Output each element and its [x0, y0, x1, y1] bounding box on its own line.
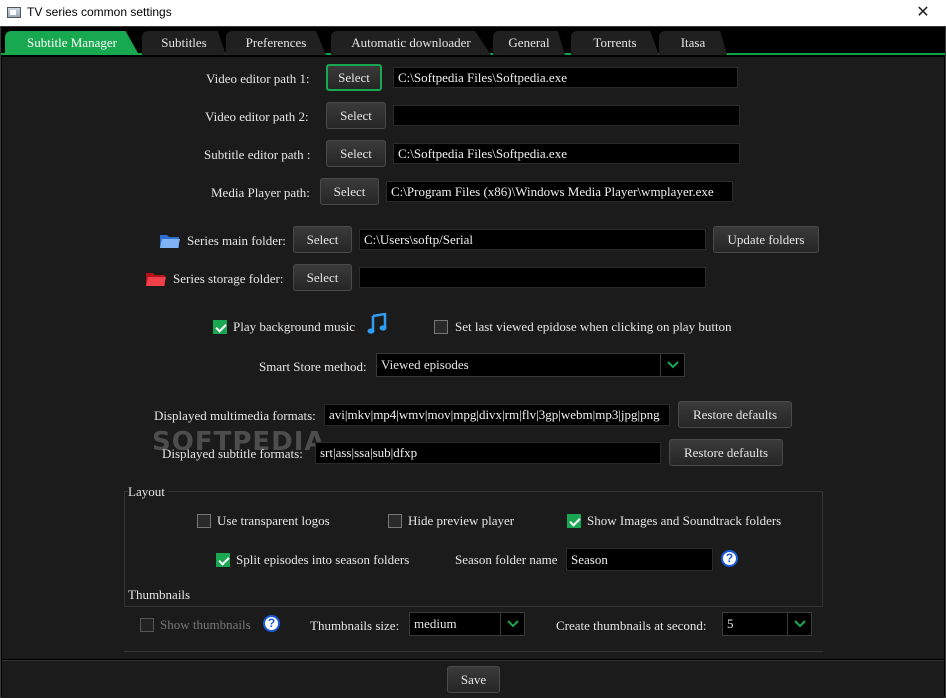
update-folders-button[interactable]: Update folders [713, 226, 819, 253]
play-background-music-label: Play background music [233, 319, 356, 334]
thumbnails-second-label: Create thumbnails at second: [556, 618, 707, 633]
folder-red-icon [146, 273, 166, 286]
season-folder-label: Season folder name [455, 552, 558, 567]
subtitle-editor-field[interactable]: C:\Softpedia Files\Softpedia.exe [393, 143, 740, 164]
series-main-folder-label: Series main folder: [187, 233, 286, 248]
chevron-down-icon[interactable] [787, 613, 811, 635]
video-editor-1-select-button[interactable]: Select [326, 64, 382, 91]
smart-store-value: Viewed episodes [381, 357, 469, 372]
video-editor-2-label: Video editor path 2: [205, 109, 309, 124]
video-editor-1-field[interactable]: C:\Softpedia Files\Softpedia.exe [393, 67, 738, 88]
set-last-viewed-label: Set last viewed epidose when clicking on… [455, 319, 732, 334]
split-episodes-label: Split episodes into season folders [236, 552, 410, 567]
subtitle-manager-panel: Video editor path 1: Select C:\Softpedia… [2, 57, 944, 659]
folder-blue-icon [160, 235, 180, 248]
hide-preview-checkbox[interactable] [388, 514, 402, 528]
series-main-folder-select-button[interactable]: Select [293, 226, 352, 253]
subtitle-restore-defaults-button[interactable]: Restore defaults [669, 439, 783, 466]
subtitle-formats-label: Displayed subtitle formats: [162, 446, 303, 461]
show-thumbnails-label: Show thumbnails [160, 617, 251, 632]
app-icon [7, 7, 21, 18]
tab-automatic-downloader[interactable]: Automatic downloader [331, 31, 491, 55]
thumbnails-second-value: 5 [727, 616, 734, 631]
tab-bar: Subtitle Manager Subtitles Preferences A… [1, 27, 945, 55]
hide-preview-label: Hide preview player [408, 513, 515, 528]
video-editor-2-field[interactable] [393, 105, 740, 126]
footer-bar: Save [2, 660, 944, 698]
thumbnails-size-label: Thumbnails size: [310, 618, 400, 633]
title-bar: TV series common settings ✕ [0, 0, 946, 26]
thumbnails-help-icon[interactable]: ? [263, 615, 280, 632]
show-images-label: Show Images and Soundtrack folders [587, 513, 782, 528]
subtitle-editor-label: Subtitle editor path : [204, 147, 311, 162]
thumbnails-group-title: Thumbnails [128, 587, 194, 603]
multimedia-restore-defaults-button[interactable]: Restore defaults [678, 401, 792, 428]
thumbnails-size-select[interactable]: medium [409, 612, 525, 636]
smart-store-select[interactable]: Viewed episodes [376, 353, 685, 377]
video-editor-1-label: Video editor path 1: [206, 71, 310, 86]
series-storage-folder-field[interactable] [359, 267, 706, 288]
smart-store-label: Smart Store method: [259, 359, 367, 374]
multimedia-formats-field[interactable]: avi|mkv|mp4|wmv|mov|mpg|divx|rm|flv|3gp|… [324, 404, 670, 426]
media-player-select-button[interactable]: Select [320, 178, 379, 205]
tab-preferences[interactable]: Preferences [226, 31, 326, 55]
season-folder-help-icon[interactable]: ? [721, 550, 738, 567]
series-main-folder-field[interactable]: C:\Users\softp/Serial [359, 229, 706, 250]
tab-subtitles[interactable]: Subtitles [142, 31, 226, 55]
tab-torrents[interactable]: Torrents [571, 31, 659, 55]
subtitle-editor-select-button[interactable]: Select [326, 140, 386, 167]
transparent-logos-label: Use transparent logos [217, 513, 330, 528]
layout-group [124, 491, 823, 607]
music-note-icon [367, 313, 387, 334]
thumbnails-size-value: medium [414, 616, 457, 631]
series-storage-folder-label: Series storage folder: [173, 271, 284, 286]
tab-subtitle-manager[interactable]: Subtitle Manager [5, 31, 139, 55]
media-player-label: Media Player path: [211, 185, 310, 200]
series-storage-folder-select-button[interactable]: Select [293, 264, 352, 291]
multimedia-formats-label: Displayed multimedia formats: [154, 408, 316, 423]
split-episodes-checkbox[interactable] [216, 553, 230, 567]
chevron-down-icon[interactable] [660, 354, 684, 376]
chevron-down-icon[interactable] [500, 613, 524, 635]
window-title: TV series common settings [27, 5, 172, 19]
video-editor-2-select-button[interactable]: Select [326, 102, 386, 129]
play-background-music-checkbox[interactable] [213, 320, 227, 334]
tab-general[interactable]: General [493, 31, 565, 55]
season-folder-field[interactable]: Season [566, 548, 713, 571]
settings-window: Subtitle Manager Subtitles Preferences A… [0, 26, 946, 698]
show-thumbnails-checkbox [140, 618, 154, 632]
set-last-viewed-checkbox[interactable] [434, 320, 448, 334]
tab-itasa[interactable]: Itasa [659, 31, 727, 55]
close-button[interactable]: ✕ [900, 0, 946, 26]
transparent-logos-checkbox[interactable] [197, 514, 211, 528]
thumbnails-second-select[interactable]: 5 [722, 612, 812, 636]
media-player-field[interactable]: C:\Program Files (x86)\Windows Media Pla… [386, 181, 733, 202]
show-images-checkbox[interactable] [567, 514, 581, 528]
subtitle-formats-field[interactable]: srt|ass|ssa|sub|dfxp [315, 442, 661, 464]
save-button[interactable]: Save [447, 666, 500, 693]
layout-group-title: Layout [128, 484, 168, 500]
